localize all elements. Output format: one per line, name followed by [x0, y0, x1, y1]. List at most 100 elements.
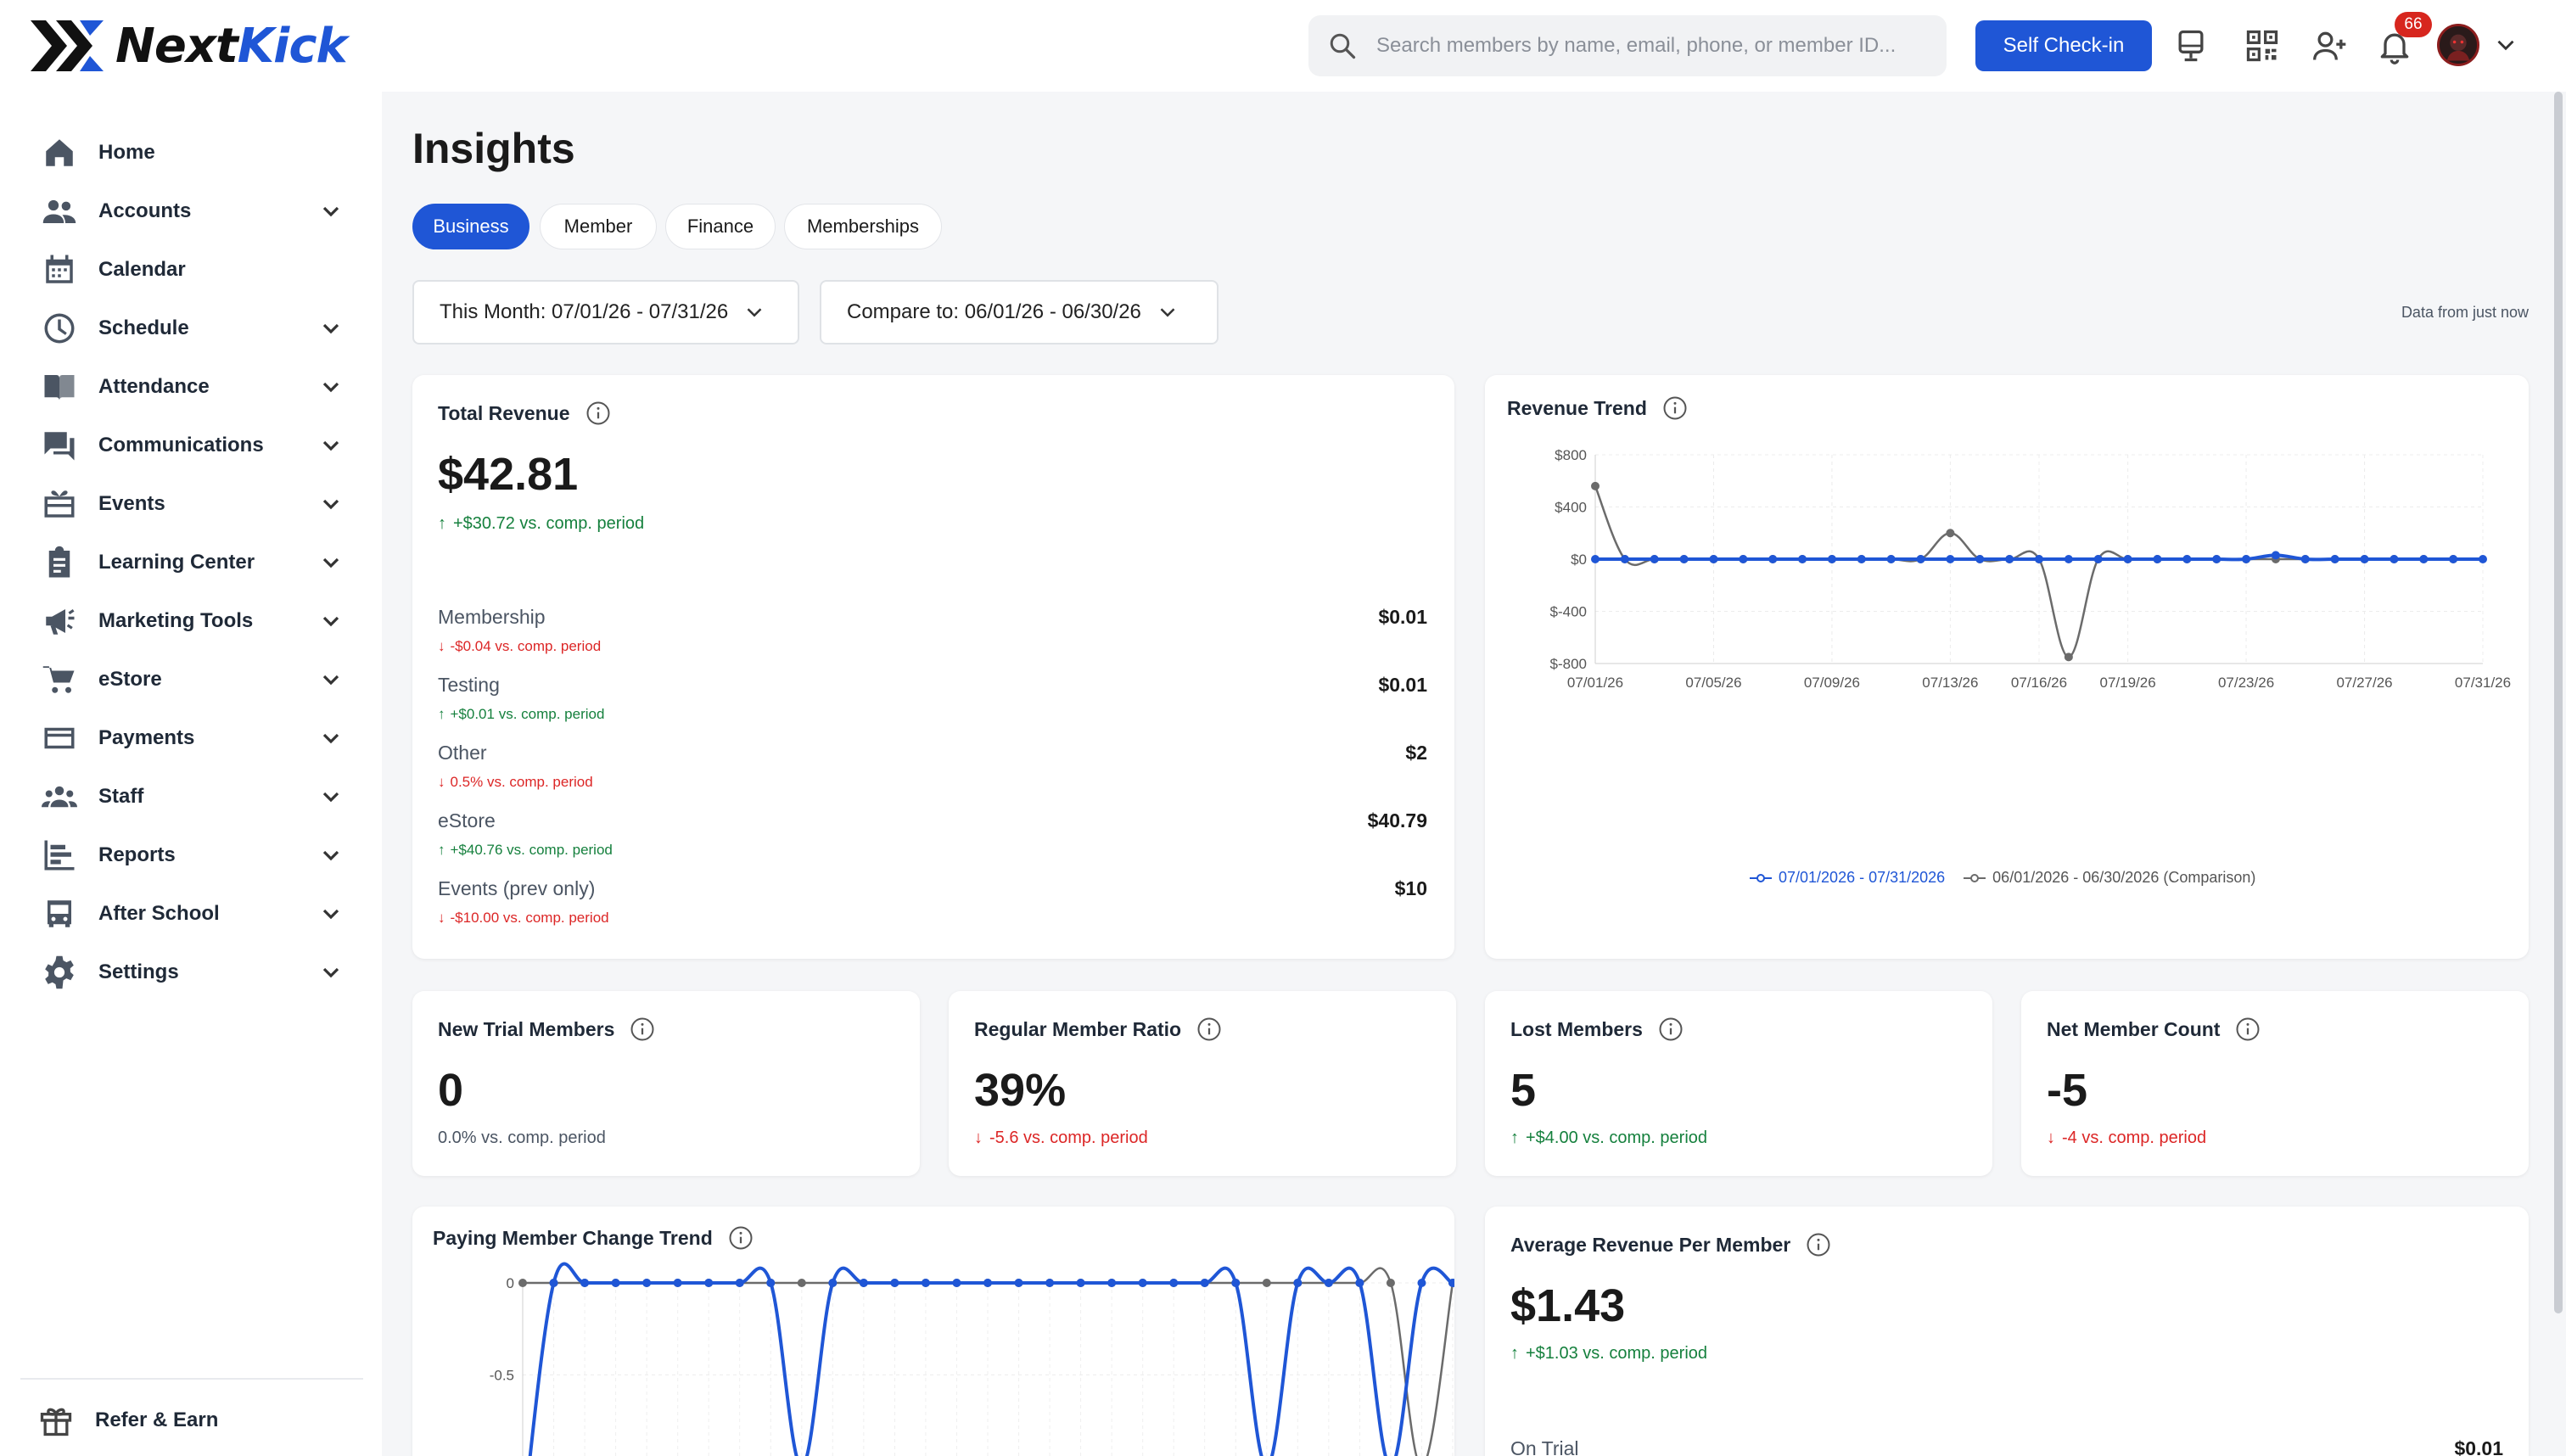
sidebar-item-estore[interactable]: eStore [39, 656, 345, 703]
date-range-select[interactable]: This Month: 07/01/26 - 07/31/26 [412, 280, 799, 344]
compare-range-select[interactable]: Compare to: 06/01/26 - 06/30/26 [820, 280, 1219, 344]
data-point [611, 1279, 620, 1287]
info-icon[interactable] [2235, 1016, 2261, 1042]
info-icon[interactable] [728, 1225, 754, 1251]
card-title: Revenue Trend [1507, 395, 1688, 421]
sidebar-item-events[interactable]: Events [39, 480, 345, 528]
card-title-text: Total Revenue [438, 401, 570, 424]
bus-icon [39, 893, 80, 934]
total-revenue-delta: ↑ +$30.72 vs. comp. period [438, 514, 645, 533]
chevron-down-icon [322, 499, 339, 510]
gear-icon [39, 952, 80, 993]
revenue-row: Membership $0.01 ↓ -$0.04 vs. comp. perio… [438, 606, 1427, 665]
refer-and-earn-link[interactable]: Refer & Earn [37, 1397, 218, 1444]
chevron-down-icon [1160, 308, 1175, 317]
data-point [1768, 555, 1778, 563]
refer-label: Refer & Earn [95, 1408, 219, 1431]
main-content: Insights Business Member Finance Members… [382, 92, 2566, 1456]
data-point [828, 1279, 838, 1287]
info-icon[interactable] [1806, 1232, 1831, 1257]
data-point [1857, 555, 1866, 563]
row-value: $10 [1394, 877, 1427, 899]
y-tick-label: 0 [507, 1275, 514, 1291]
notification-badge: 66 [2395, 12, 2432, 37]
sidebar-item-payments[interactable]: Payments [39, 714, 345, 762]
arpm-delta: ↑ +$1.03 vs. comp. period [1510, 1344, 1708, 1363]
self-checkin-button[interactable]: Self Check-in [1975, 20, 2152, 71]
tab-member[interactable]: Member [540, 204, 657, 249]
brand-logo[interactable]: NextKick [31, 12, 348, 80]
brand-name: NextKick [115, 18, 348, 74]
account-menu-chevron-icon[interactable] [2491, 31, 2520, 59]
row-delta: ↑ +$40.76 vs. comp. period [438, 842, 613, 858]
sidebar-item-settings[interactable]: Settings [39, 949, 345, 996]
sidebar-item-learning-center[interactable]: Learning Center [39, 539, 345, 586]
qr-code-button[interactable] [2238, 20, 2286, 71]
sidebar-item-label: Events [98, 492, 165, 515]
row-value: $0.01 [1378, 606, 1427, 628]
sidebar-item-accounts[interactable]: Accounts [39, 188, 345, 235]
sidebar-item-label: Reports [98, 843, 176, 866]
add-user-button[interactable] [2306, 20, 2354, 71]
legend-item-current[interactable]: 07/01/2026 - 07/31/2026 [1750, 869, 1945, 887]
avatar[interactable] [2437, 24, 2479, 66]
row-name: Other [438, 742, 487, 764]
data-point [1709, 555, 1718, 563]
member-search[interactable] [1308, 15, 1947, 76]
data-point [2212, 555, 2221, 563]
tab-memberships[interactable]: Memberships [784, 204, 942, 249]
x-tick-label: 07/23/26 [2218, 675, 2274, 691]
sidebar-item-after-school[interactable]: After School [39, 890, 345, 938]
arpm-row-value: $0.01 [2454, 1437, 2503, 1456]
x-tick-label: 07/19/26 [2100, 675, 2156, 691]
info-icon[interactable] [630, 1016, 655, 1042]
data-point [859, 1279, 868, 1287]
card-title: Regular Member Ratio [974, 1016, 1222, 1042]
kpi-card-lost-members: Lost Members 5 ↑ +$4.00 vs. comp. period [1485, 991, 1992, 1176]
sidebar-item-communications[interactable]: Communications [39, 422, 345, 469]
kpi-card-new-trial-members: New Trial Members 0 0.0% vs. comp. perio… [412, 991, 920, 1176]
info-icon[interactable] [1196, 1016, 1222, 1042]
kpi-value: 0 [438, 1065, 464, 1116]
arrow-down-icon: ↓ [438, 638, 445, 654]
y-tick-label: -0.5 [490, 1367, 514, 1383]
calendar-icon [39, 249, 80, 290]
data-point [2064, 652, 2073, 662]
card-title: Average Revenue Per Member [1510, 1232, 1831, 1257]
sidebar-divider [20, 1378, 363, 1380]
arpm-row-label: On Trial [1510, 1437, 1579, 1456]
page-title: Insights [412, 125, 575, 172]
sidebar-item-schedule[interactable]: Schedule [39, 305, 345, 352]
chevron-down-icon [322, 909, 339, 920]
sidebar-item-label: Payments [98, 726, 195, 749]
sidebar-item-reports[interactable]: Reports [39, 832, 345, 879]
sidebar-item-calendar[interactable]: Calendar [39, 246, 345, 294]
revenue-trend-card: Revenue Trend $800 $400 $0 $-400 $-800 07/01/… [1485, 375, 2529, 959]
arrow-down-icon: ↓ [438, 774, 445, 790]
search-input[interactable] [1376, 34, 1919, 58]
legend-line-icon [1750, 873, 1772, 882]
data-point [2330, 555, 2339, 563]
kpi-delta: 0.0% vs. comp. period [438, 1128, 606, 1147]
group-icon [39, 776, 80, 817]
x-tick-label: 07/01/26 [1567, 675, 1623, 691]
tab-finance[interactable]: Finance [665, 204, 776, 249]
scrollbar[interactable] [2554, 92, 2563, 1313]
sidebar-item-attendance[interactable]: Attendance [39, 363, 345, 411]
sidebar-item-marketing-tools[interactable]: Marketing Tools [39, 597, 345, 645]
sidebar-item-staff[interactable]: Staff [39, 773, 345, 820]
kiosk-button[interactable] [2167, 20, 2215, 71]
data-point [2182, 555, 2192, 563]
data-point [890, 1279, 899, 1287]
info-icon[interactable] [1662, 395, 1688, 421]
kpi-delta: ↓ -5.6 vs. comp. period [974, 1128, 1148, 1147]
legend-item-comparison[interactable]: 06/01/2026 - 06/30/2026 (Comparison) [1964, 869, 2255, 887]
info-icon[interactable] [585, 400, 611, 426]
tab-business[interactable]: Business [412, 204, 529, 249]
info-icon[interactable] [1658, 1016, 1684, 1042]
data-point [1355, 1279, 1364, 1287]
data-point [2093, 555, 2103, 563]
sidebar-item-home[interactable]: Home [39, 129, 345, 176]
data-point [1386, 1279, 1395, 1287]
data-point [704, 1279, 714, 1287]
